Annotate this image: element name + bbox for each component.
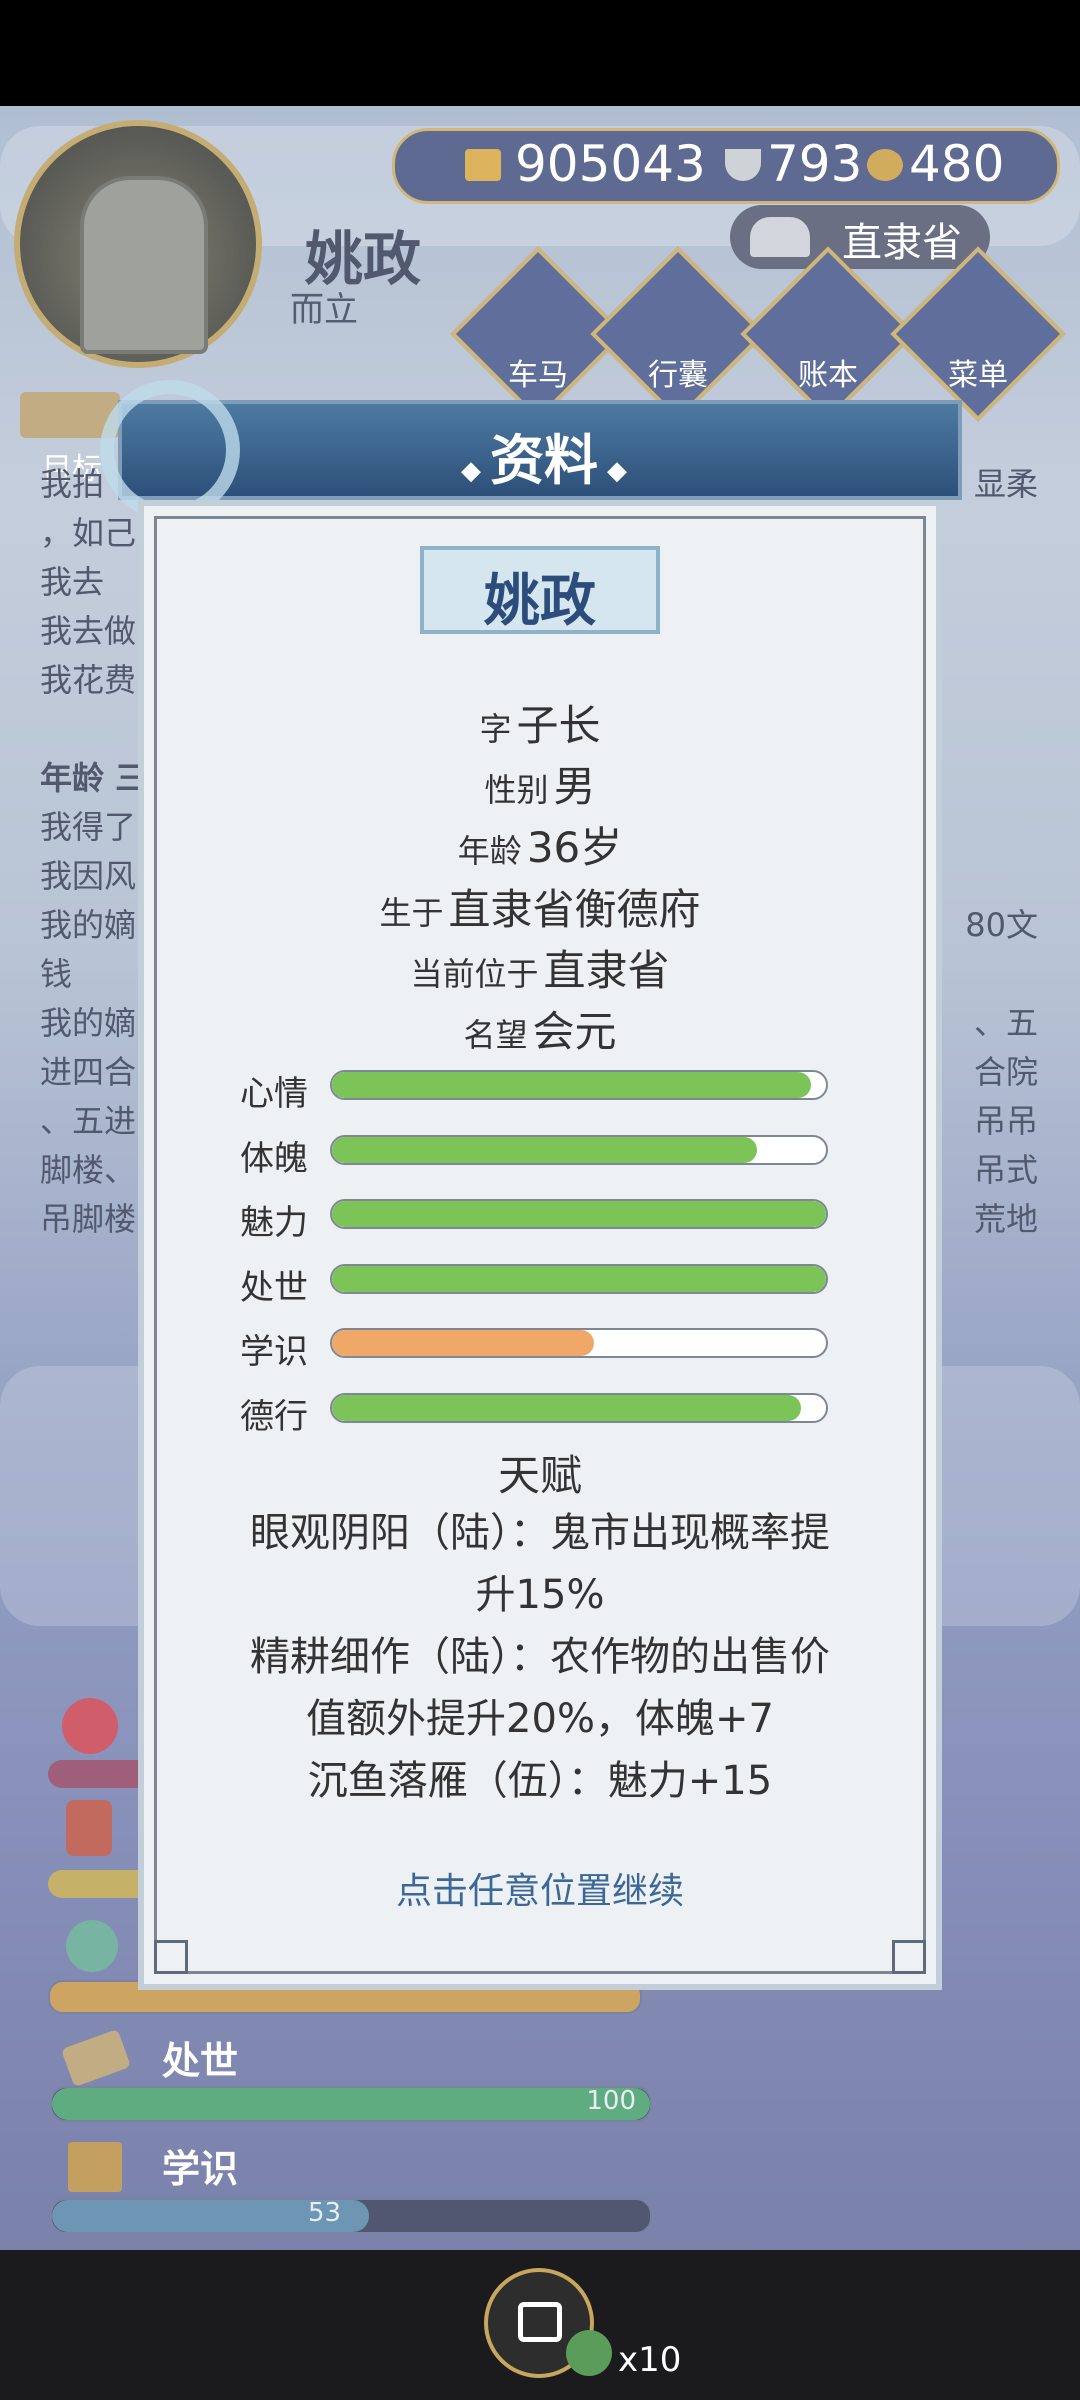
bar-label: 体魄	[240, 1139, 308, 1179]
bar-charm: 魅力	[240, 1195, 840, 1243]
info-age: 年龄 36岁	[138, 814, 942, 875]
talent-line: 沉鱼落雁（伍）：魅力+15	[307, 1758, 773, 1804]
share-icon	[518, 2302, 562, 2342]
ribbon-decoration	[100, 380, 240, 520]
bar-track	[330, 1135, 828, 1165]
info-reputation: 名望 会元	[138, 998, 942, 1059]
modal-title-text: 资料	[490, 429, 598, 492]
bar-fill	[332, 1201, 826, 1227]
bar-track	[330, 1199, 828, 1229]
bar-fill	[332, 1072, 812, 1098]
modal-title: ◆ 资料 ◆	[122, 416, 966, 495]
bar-knowledge: 学识	[240, 1324, 840, 1372]
bar-label: 学识	[240, 1332, 308, 1372]
bar-fill	[332, 1266, 826, 1292]
bar-label: 魅力	[240, 1203, 308, 1243]
bar-track	[330, 1328, 828, 1358]
modal-header: ◆ 资料 ◆	[118, 400, 962, 500]
info-key: 生于	[379, 894, 444, 932]
info-location: 当前位于 直隶省	[138, 937, 942, 998]
bar-track	[330, 1393, 828, 1423]
corner-ornament	[892, 1940, 926, 1974]
info-key: 当前位于	[410, 955, 539, 993]
name-plate: 姚政	[420, 546, 660, 634]
bar-fill	[332, 1395, 802, 1421]
bar-label: 心情	[240, 1074, 308, 1114]
info-value: 男	[553, 762, 596, 811]
talent-line: 升15%	[475, 1572, 605, 1618]
diamond-icon: ◆	[598, 456, 628, 486]
bar-social: 处世	[240, 1260, 840, 1308]
talent-line: 眼观阴阳（陆）：鬼市出现概率提	[250, 1510, 830, 1556]
talent-heading: 天赋	[497, 1451, 582, 1500]
bar-mood: 心情	[240, 1066, 840, 1114]
info-value: 子长	[516, 701, 601, 750]
corner-ornament	[154, 1940, 188, 1974]
info-key: 字	[479, 710, 512, 748]
bar-label: 处世	[240, 1268, 308, 1308]
bar-physique: 体魄	[240, 1131, 840, 1179]
reward-count: x10	[618, 2340, 682, 2380]
info-key: 年龄	[457, 832, 522, 870]
bar-label: 德行	[240, 1397, 308, 1437]
diamond-icon: ◆	[460, 456, 490, 486]
bar-virtue: 德行	[240, 1389, 840, 1437]
info-value: 会元	[532, 1007, 617, 1056]
bar-track	[330, 1070, 828, 1100]
profile-name: 姚政	[484, 569, 596, 634]
info-key: 名望	[463, 1016, 528, 1054]
talent-line: 精耕细作（陆）：农作物的出售价	[250, 1634, 830, 1680]
bar-fill	[332, 1330, 594, 1356]
info-courtesy-name: 字 子长	[138, 692, 942, 753]
info-value: 36岁	[526, 823, 623, 872]
bar-track	[330, 1264, 828, 1294]
info-birthplace: 生于 直隶省衡德府	[138, 876, 942, 937]
continue-hint[interactable]: 点击任意位置继续	[138, 1862, 942, 1914]
jade-coin-icon	[566, 2330, 612, 2376]
bar-fill	[332, 1137, 757, 1163]
info-key: 性别	[484, 771, 549, 809]
info-gender: 性别 男	[138, 753, 942, 814]
info-value: 直隶省	[543, 946, 670, 995]
talent-line: 值额外提升20%，体魄+7	[306, 1696, 774, 1742]
info-value: 直隶省衡德府	[448, 885, 701, 934]
